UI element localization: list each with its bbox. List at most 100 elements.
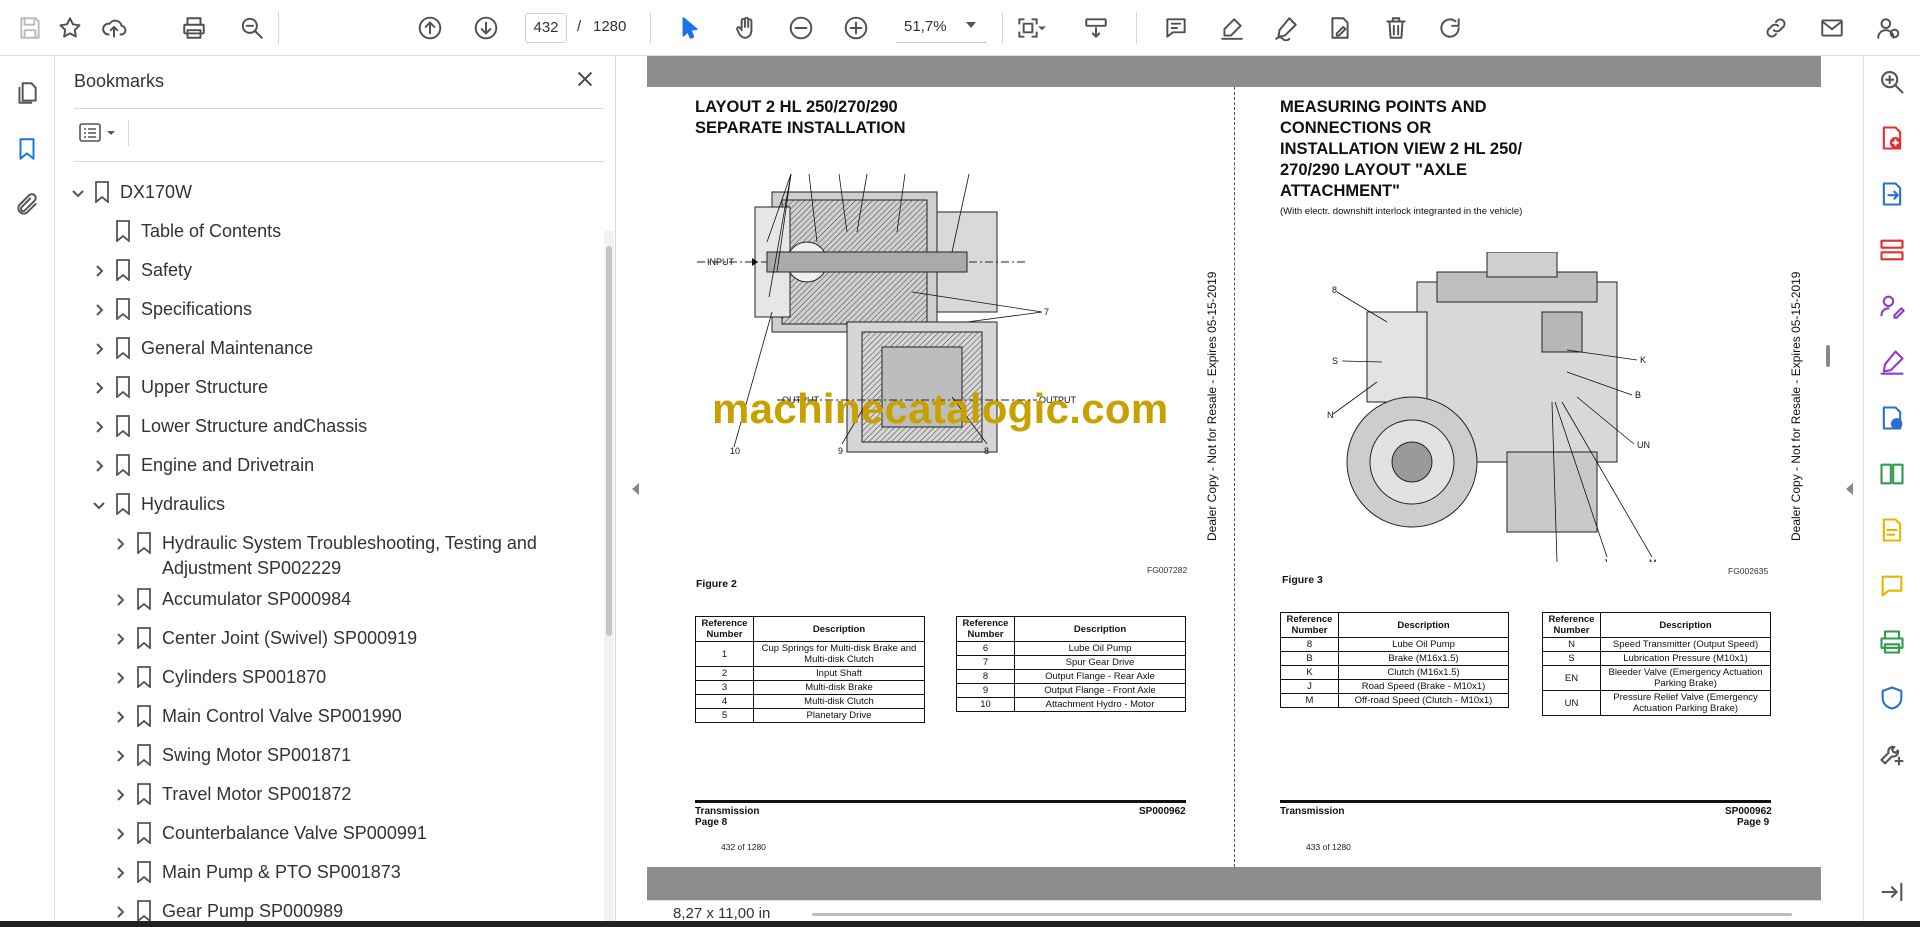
save-icon[interactable] <box>12 10 48 46</box>
table-header: Reference Number <box>695 616 754 642</box>
table-row: 3 Multi-disk Brake <box>695 680 925 695</box>
chevron-right-icon[interactable] <box>113 531 129 556</box>
pdf-viewer-app: 432 / 1280 51,7% Bookmarks DX170W Table … <box>0 0 1920 927</box>
chevron-right-icon[interactable] <box>113 743 129 768</box>
zoom-in-icon[interactable] <box>838 10 874 46</box>
chevron-right-icon[interactable] <box>113 782 129 807</box>
chevron-right-icon[interactable] <box>113 587 129 612</box>
mail-icon[interactable] <box>1814 10 1850 46</box>
close-icon[interactable] <box>574 68 602 96</box>
bookmark-icon <box>115 454 131 477</box>
table-cell: Input Shaft <box>753 666 925 681</box>
collapse-left-arrow-icon[interactable] <box>632 483 639 495</box>
protect-icon[interactable] <box>1876 682 1908 714</box>
attachments-icon[interactable] <box>10 188 44 222</box>
bookmark-icon <box>136 861 152 884</box>
bookmarks-scrollbar-thumb[interactable] <box>606 246 612 636</box>
page-up-icon[interactable] <box>412 10 448 46</box>
reference-table-2: Reference Number Description N Speed Transm… <box>1542 612 1771 716</box>
table-cell: 4 <box>695 694 754 709</box>
comment-icon[interactable] <box>1158 10 1194 46</box>
page-number-input[interactable]: 432 <box>525 13 567 43</box>
upload-icon[interactable] <box>96 10 132 46</box>
share-link-icon[interactable] <box>1758 10 1794 46</box>
hand-icon[interactable] <box>728 10 764 46</box>
right-page-title-5: ATTACHMENT" <box>1280 182 1400 200</box>
figure-code: FG002635 <box>1728 566 1769 576</box>
convert-icon[interactable] <box>1876 402 1908 434</box>
compare-icon[interactable] <box>1876 458 1908 490</box>
rotate-icon[interactable] <box>1432 10 1468 46</box>
chevron-down-icon[interactable] <box>1032 10 1052 46</box>
bookmark-options-button[interactable] <box>74 118 120 148</box>
organize-pages-icon[interactable] <box>1876 234 1908 266</box>
zoom-out-icon[interactable] <box>783 10 819 46</box>
chevron-right-icon[interactable] <box>92 336 108 361</box>
chevron-right-icon[interactable] <box>113 704 129 729</box>
table-cell: Spur Gear Drive <box>1014 655 1186 670</box>
chevron-right-icon[interactable] <box>113 665 129 690</box>
callout-m: M <box>1649 558 1657 562</box>
bookmark-label: Swing Motor SP001871 <box>162 745 352 765</box>
chevron-down-icon[interactable] <box>966 22 976 28</box>
chevron-right-icon[interactable] <box>113 860 129 885</box>
sign-icon[interactable] <box>1268 10 1304 46</box>
horizontal-scrollbar[interactable] <box>812 913 1792 916</box>
table-row: 10 Attachment Hydro - Motor <box>956 697 1186 712</box>
chevron-right-icon[interactable] <box>92 414 108 439</box>
bookmark-label: Counterbalance Valve SP000991 <box>162 823 427 843</box>
select-cursor-icon[interactable] <box>672 10 708 46</box>
comment-icon[interactable] <box>1876 570 1908 602</box>
table-cell: 9 <box>956 683 1015 698</box>
print-production-icon[interactable] <box>1876 626 1908 658</box>
table-cell: UN <box>1542 690 1601 716</box>
find-icon[interactable] <box>234 10 270 46</box>
chevron-right-icon[interactable] <box>92 258 108 283</box>
fill-sign-icon[interactable] <box>1322 10 1358 46</box>
document-vertical-scrollbar[interactable] <box>1826 345 1830 367</box>
table-cell: Road Speed (Brake - M10x1) <box>1338 679 1509 694</box>
bookmark-label: Main Pump & PTO SP001873 <box>162 862 401 882</box>
page-of-indicator: 433 of 1280 <box>1306 842 1351 852</box>
chevron-down-icon[interactable] <box>71 180 87 205</box>
delete-icon[interactable] <box>1378 10 1414 46</box>
print-icon[interactable] <box>176 10 212 46</box>
footer-page: Page 9 <box>1737 817 1770 828</box>
collapse-panel-icon[interactable] <box>1876 876 1908 908</box>
scroll-mode-icon[interactable] <box>1078 10 1114 46</box>
account-icon[interactable] <box>1870 10 1906 46</box>
bookmark-label: Hydraulic System Troubleshooting, Testin… <box>162 533 537 578</box>
star-icon[interactable] <box>52 10 88 46</box>
chevron-right-icon[interactable] <box>113 821 129 846</box>
callout-b: B <box>1635 390 1641 400</box>
bookmark-label: Safety <box>141 260 193 280</box>
chevron-right-icon[interactable] <box>92 297 108 322</box>
callout-2: 2 <box>806 172 811 174</box>
page-thumbnails-icon[interactable] <box>10 76 44 110</box>
more-tools-icon[interactable] <box>1876 738 1908 770</box>
chevron-right-icon[interactable] <box>92 453 108 478</box>
zoom-search-icon[interactable] <box>1876 66 1908 98</box>
collapse-right-arrow-icon[interactable] <box>1846 483 1853 495</box>
callout-5: 5 <box>902 172 907 174</box>
bookmark-icon <box>136 627 152 650</box>
fill-sign-icon[interactable] <box>1876 346 1908 378</box>
chevron-right-icon[interactable] <box>113 626 129 651</box>
export-pdf-icon[interactable] <box>1876 178 1908 210</box>
request-signature-icon[interactable] <box>1876 290 1908 322</box>
chevron-right-icon[interactable] <box>92 375 108 400</box>
chevron-down-icon[interactable] <box>92 492 108 517</box>
callout-3: 3 <box>836 172 841 174</box>
page-down-icon[interactable] <box>468 10 504 46</box>
callout-s: S <box>1332 356 1338 366</box>
highlight-icon[interactable] <box>1214 10 1250 46</box>
edit-pdf-icon[interactable] <box>1876 514 1908 546</box>
bookmark-icon <box>115 493 131 516</box>
bookmark-icon <box>136 532 152 555</box>
bookmarks-icon[interactable] <box>10 132 44 166</box>
document-view[interactable]: LAYOUT 2 HL 250/270/290 SEPARATE INSTALL… <box>647 56 1821 900</box>
zoom-input[interactable]: 51,7% <box>896 13 986 43</box>
bookmark-icon <box>136 783 152 806</box>
create-pdf-icon[interactable] <box>1876 122 1908 154</box>
tools-panel <box>1863 56 1920 927</box>
